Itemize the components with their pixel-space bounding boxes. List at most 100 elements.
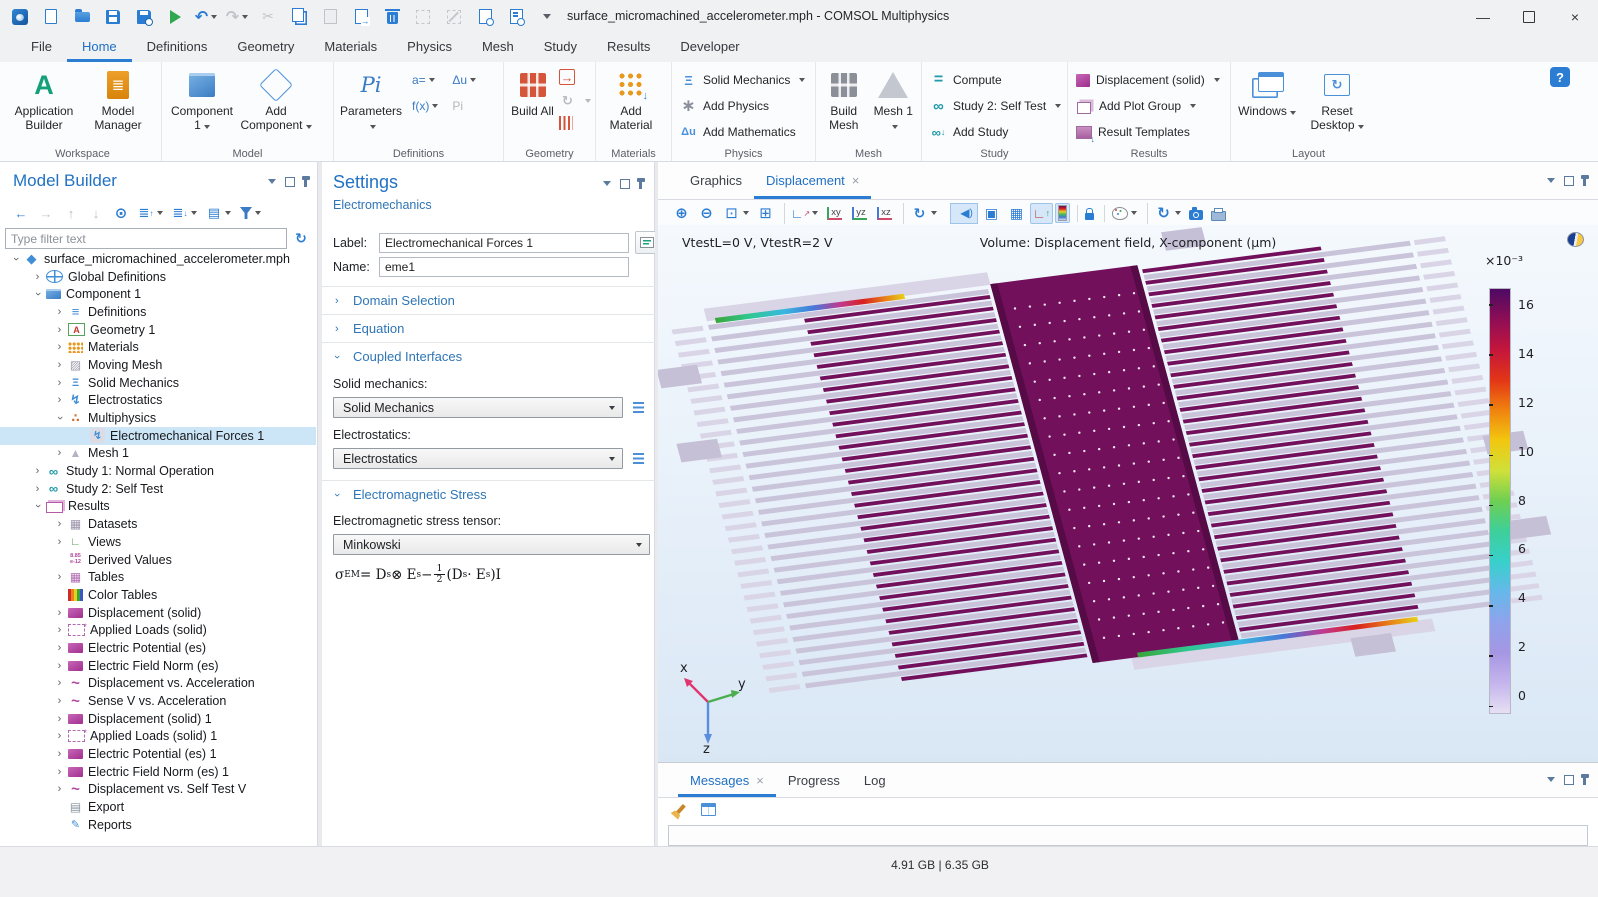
reset-desktop-button[interactable]: Reset Desktop (1301, 65, 1373, 133)
tree-item-geometry1[interactable]: Geometry 1 (0, 321, 316, 339)
tree-item-results[interactable]: Results (0, 498, 316, 516)
tree-item-export[interactable]: Export (0, 798, 316, 816)
result-templates-button[interactable]: Result Templates (1072, 119, 1224, 145)
tree-item-sense-v-vs-accel[interactable]: Sense V vs. Acceleration (0, 692, 316, 710)
tree-item-applied-loads[interactable]: Applied Loads (solid) (0, 621, 316, 639)
filter-button[interactable] (237, 205, 264, 221)
import-geometry-button[interactable] (559, 69, 575, 85)
tree-chevron-icon[interactable] (9, 253, 22, 265)
build-mesh-button[interactable]: Build Mesh (820, 65, 868, 133)
node-text-button[interactable] (203, 203, 234, 223)
tree-chevron-icon[interactable] (53, 783, 66, 795)
electrostatics-select[interactable]: Electrostatics (333, 448, 623, 469)
show-button[interactable] (110, 203, 132, 223)
copy-button[interactable] (287, 5, 311, 29)
tree-chevron-icon[interactable] (53, 571, 66, 583)
label-input[interactable] (379, 233, 629, 253)
select-box-button[interactable] (411, 5, 435, 29)
tree-item-displacement-solid-1[interactable]: Displacement (solid) 1 (0, 710, 316, 728)
paste-button[interactable] (318, 5, 342, 29)
tree-chevron-icon[interactable] (53, 624, 66, 636)
menu-tab-geometry[interactable]: Geometry (222, 33, 309, 62)
tree-item-electromechanical-forces[interactable]: Electromechanical Forces 1 (0, 427, 316, 445)
tree-item-displacement-solid[interactable]: Displacement (solid) (0, 604, 316, 622)
tree-chevron-icon[interactable] (53, 377, 66, 389)
nonlocal-couplings-button[interactable]: Δu (452, 73, 476, 87)
model-manager-button[interactable]: Model Manager (82, 65, 154, 133)
panel-menu-icon[interactable] (1547, 178, 1555, 183)
tree-chevron-icon[interactable] (53, 713, 66, 725)
close-button[interactable]: × (1552, 0, 1598, 33)
menu-tab-mesh[interactable]: Mesh (467, 33, 529, 62)
panel-float-icon[interactable] (285, 177, 295, 187)
displacement-solid-button[interactable]: Displacement (solid) (1072, 67, 1224, 93)
tree-chevron-icon[interactable] (53, 677, 66, 689)
view-xz-button[interactable] (873, 203, 896, 224)
tree-item-views[interactable]: Views (0, 533, 316, 551)
add-study-button[interactable]: Add Study (926, 119, 1065, 145)
move-up-button[interactable] (60, 203, 82, 223)
scene-sound-toggle-button[interactable] (950, 203, 978, 224)
tree-chevron-icon[interactable] (53, 730, 66, 742)
section-domain-selection[interactable]: Domain Selection (322, 286, 655, 314)
zoom-extents-button[interactable] (754, 203, 777, 224)
panel-float-icon[interactable] (1564, 775, 1574, 785)
panel-float-icon[interactable] (620, 179, 630, 189)
tree-item-component1[interactable]: Component 1 (0, 285, 316, 303)
tree-item-mesh1[interactable]: Mesh 1 (0, 445, 316, 463)
tab-displacement[interactable]: Displacement × (754, 162, 871, 199)
go-to-default-view-button[interactable] (784, 203, 821, 224)
tree-chevron-icon[interactable] (53, 748, 66, 760)
tree-chevron-icon[interactable] (31, 288, 44, 300)
zoom-out-button[interactable] (695, 203, 718, 224)
menu-tab-study[interactable]: Study (529, 33, 592, 62)
view-indicator-icon[interactable] (1567, 232, 1584, 247)
em-tensor-select[interactable]: Minkowski (333, 534, 650, 555)
tree-chevron-icon[interactable] (31, 483, 44, 495)
messages-output[interactable] (668, 825, 1588, 846)
menu-tab-physics[interactable]: Physics (392, 33, 467, 62)
deselect-button[interactable] (442, 5, 466, 29)
tree-chevron-icon[interactable] (53, 695, 66, 707)
transparency-toggle-button[interactable] (980, 203, 1003, 224)
insert-sequence-button[interactable] (559, 92, 591, 109)
menu-tab-file[interactable]: File (16, 33, 67, 62)
panel-menu-icon[interactable] (268, 179, 276, 184)
name-input[interactable] (379, 257, 629, 277)
add-plot-group-button[interactable]: Add Plot Group (1072, 93, 1224, 119)
tab-messages[interactable]: Messages × (678, 763, 776, 797)
tree-item-root[interactable]: surface_micromachined_accelerometer.mph (0, 250, 316, 268)
tree-item-reports[interactable]: Reports (0, 816, 316, 834)
tree-chevron-icon[interactable] (53, 306, 66, 318)
move-down-button[interactable] (85, 203, 107, 223)
menu-tab-developer[interactable]: Developer (665, 33, 754, 62)
study-2-button[interactable]: Study 2: Self Test (926, 93, 1065, 119)
menu-tab-definitions[interactable]: Definitions (132, 33, 223, 62)
delete-button[interactable] (380, 5, 404, 29)
collapse-all-button[interactable] (169, 203, 200, 223)
tree-item-solid-mechanics[interactable]: Solid Mechanics (0, 374, 316, 392)
panel-pin-icon[interactable] (639, 180, 642, 189)
variables-button[interactable]: a= (412, 73, 438, 87)
parameters-button[interactable]: Parameters (338, 65, 404, 133)
tree-chevron-icon[interactable] (53, 607, 66, 619)
tree-chevron-icon[interactable] (53, 412, 66, 424)
help-button[interactable]: ? (1550, 67, 1570, 87)
print-button[interactable] (1208, 204, 1229, 223)
view-xy-button[interactable] (823, 203, 846, 224)
tree-chevron-icon[interactable] (31, 500, 44, 512)
lock-axes-button[interactable] (1077, 205, 1097, 222)
tree-chevron-icon[interactable] (53, 536, 66, 548)
save-button[interactable] (101, 5, 125, 29)
tree-filter-input[interactable] (5, 228, 287, 249)
tree-item-study1[interactable]: Study 1: Normal Operation (0, 462, 316, 480)
color-legend-toggle-button[interactable] (1055, 203, 1070, 223)
add-material-button[interactable]: Add Material (600, 65, 662, 133)
tree-item-color-tables[interactable]: Color Tables (0, 586, 316, 604)
tree-item-electric-potential[interactable]: Electric Potential (es) (0, 639, 316, 657)
panel-float-icon[interactable] (1564, 176, 1574, 186)
nav-back-button[interactable] (10, 203, 32, 223)
run-button[interactable] (163, 5, 187, 29)
solid-mechanics-select[interactable]: Solid Mechanics (333, 397, 623, 418)
minimize-button[interactable]: — (1460, 0, 1506, 33)
